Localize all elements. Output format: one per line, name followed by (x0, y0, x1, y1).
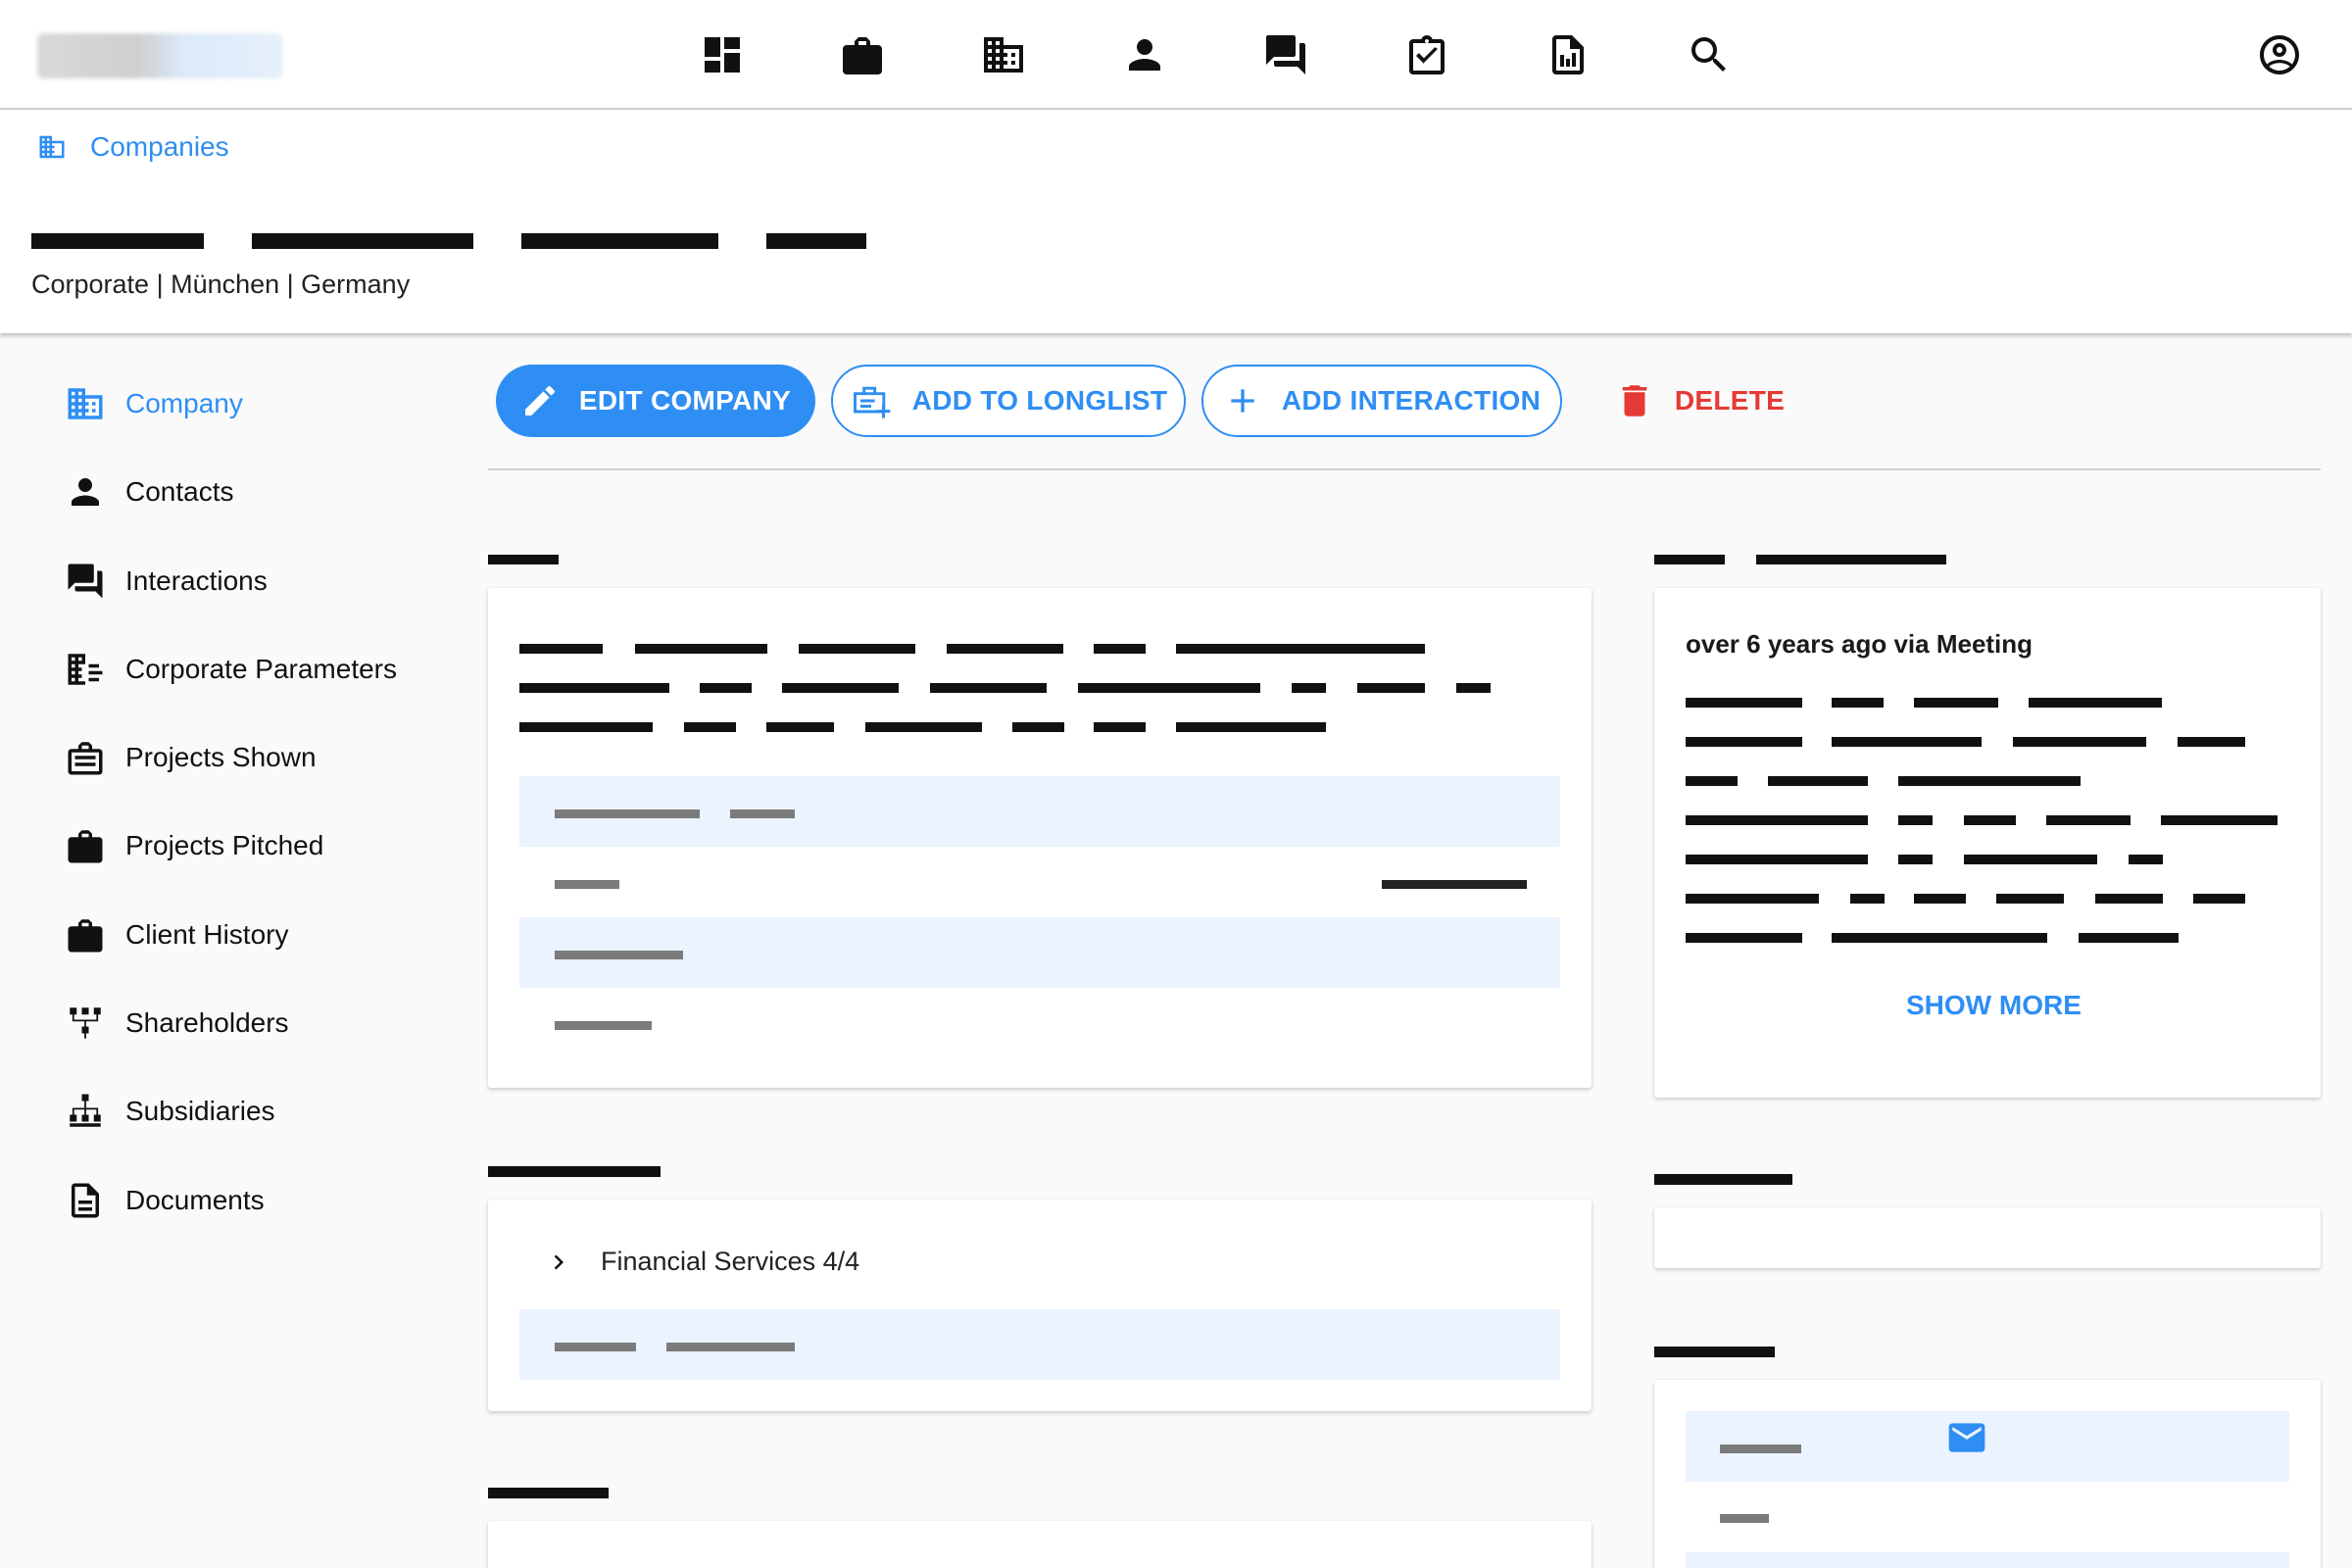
breadcrumb[interactable]: Companies (37, 131, 229, 163)
company-subtitle: Corporate | München | Germany (31, 270, 411, 299)
email-icon[interactable] (1945, 1416, 1988, 1459)
section-card (488, 1521, 1592, 1568)
sidebar-label: Company (125, 388, 243, 418)
sidebar-label: Subsidiaries (125, 1096, 275, 1126)
sidebar-item-documents[interactable]: Documents (65, 1177, 265, 1224)
business-icon (65, 383, 106, 424)
add-to-longlist-label: ADD TO LONGLIST (911, 385, 1168, 416)
last-interaction-card (1654, 588, 2321, 1098)
sidebar-label: Client History (125, 919, 289, 950)
industry-group-row[interactable]: Financial Services 4/4 (544, 1247, 859, 1277)
sidebar-item-subsidiaries[interactable]: Subsidiaries (65, 1088, 275, 1135)
sidebar-item-client-history[interactable]: Client History (65, 911, 288, 958)
sidebar-label: Shareholders (125, 1007, 289, 1038)
last-interaction-meta: over 6 years ago via Meeting (1686, 629, 2034, 659)
section-title-redacted (1654, 1347, 1775, 1357)
briefcase-icon (65, 914, 106, 956)
search-icon[interactable] (1686, 31, 1733, 78)
sidebar-item-projects-pitched[interactable]: Projects Pitched (65, 822, 323, 869)
person-icon[interactable] (1121, 31, 1168, 78)
app-logo[interactable] (37, 33, 282, 78)
contact-row (1720, 1514, 1769, 1523)
add-to-longlist-button[interactable]: ADD TO LONGLIST (831, 365, 1186, 437)
subsidiaries-icon (65, 1091, 106, 1132)
task-icon[interactable] (1403, 31, 1450, 78)
sidebar-item-corporate-parameters[interactable]: Corporate Parameters (65, 646, 397, 693)
add-interaction-label: ADD INTERACTION (1281, 385, 1542, 416)
companies-icon (37, 132, 67, 162)
report-icon[interactable] (1544, 31, 1592, 78)
work-outline-icon (65, 737, 106, 778)
plus-icon (1223, 381, 1262, 420)
industry-group-label: Financial Services 4/4 (601, 1247, 860, 1276)
contact-row (1686, 1552, 2289, 1568)
delete-label: DELETE (1674, 385, 1786, 416)
sidebar-label: Corporate Parameters (125, 654, 398, 684)
show-more-button[interactable]: SHOW MORE (1906, 990, 2082, 1021)
forum-icon[interactable] (1262, 31, 1309, 78)
dashboard-icon[interactable] (699, 31, 746, 78)
sidebar-item-shareholders[interactable]: Shareholders (65, 1000, 289, 1047)
sidebar-item-contacts[interactable]: Contacts (65, 468, 234, 515)
briefcase-add-icon (850, 379, 893, 422)
sidebar-label: Projects Shown (125, 742, 317, 772)
company-header: Companies Corporate | München | Germany (0, 110, 2352, 333)
sidebar-item-company[interactable]: Company (65, 380, 243, 427)
trash-icon (1614, 380, 1655, 421)
action-divider (488, 468, 2321, 470)
edit-company-button[interactable]: EDIT COMPANY (496, 365, 815, 437)
document-icon (65, 1180, 106, 1221)
account-icon[interactable] (2256, 31, 2303, 78)
sidebar-label: Contacts (125, 476, 234, 507)
domain-parameters-icon (65, 649, 106, 690)
section-title-redacted (1654, 1174, 1792, 1185)
section-title-redacted (488, 1488, 609, 1498)
sidebar-item-interactions[interactable]: Interactions (65, 558, 268, 605)
section-title-redacted (488, 1166, 661, 1177)
briefcase-icon[interactable] (839, 31, 886, 78)
empty-card (1654, 1207, 2321, 1268)
forum-icon (65, 561, 106, 602)
top-app-bar (0, 0, 2352, 110)
edit-company-label: EDIT COMPANY (578, 385, 792, 416)
shareholders-icon (65, 1003, 106, 1044)
breadcrumb-label[interactable]: Companies (90, 131, 229, 163)
pencil-icon (520, 381, 560, 420)
section-title-redacted (488, 555, 559, 564)
sidebar-item-projects-shown[interactable]: Projects Shown (65, 734, 317, 781)
sidebar-label: Documents (125, 1185, 265, 1215)
delete-button[interactable]: DELETE (1603, 365, 1795, 437)
detail-row (555, 1021, 652, 1030)
chevron-right-icon[interactable] (544, 1248, 573, 1277)
companies-icon[interactable] (980, 31, 1027, 78)
sidebar-label: Projects Pitched (125, 830, 324, 860)
add-interaction-button[interactable]: ADD INTERACTION (1201, 365, 1562, 437)
person-icon (65, 471, 106, 513)
briefcase-icon (65, 825, 106, 866)
sidebar-label: Interactions (125, 565, 268, 596)
